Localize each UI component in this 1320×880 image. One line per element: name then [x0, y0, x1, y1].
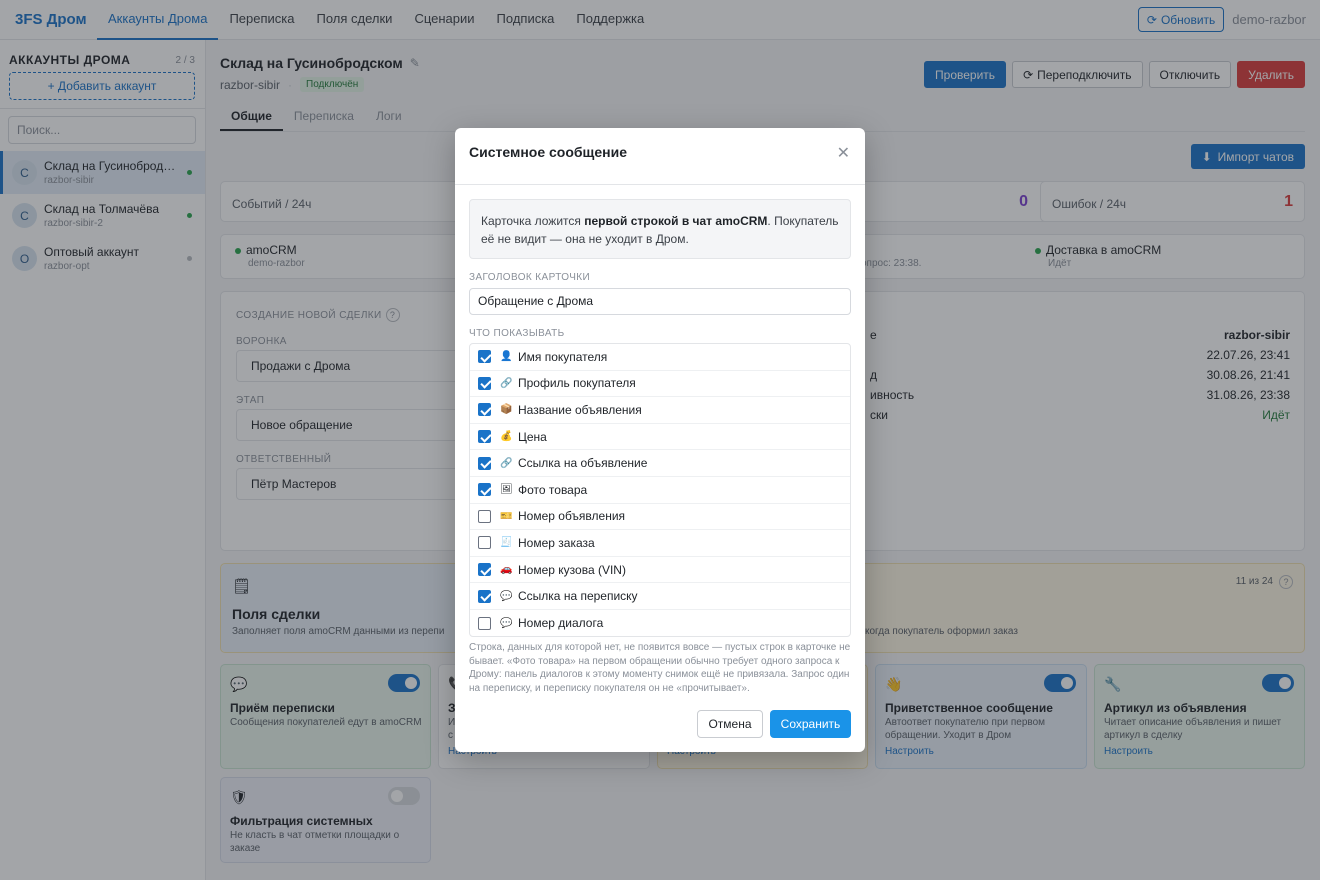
link-icon: 🔗 — [500, 377, 513, 389]
user-icon: 👤 — [500, 351, 513, 363]
ticket-icon: 🎫 — [500, 510, 513, 522]
checklist-item[interactable]: 🎫 Номер объявления — [470, 504, 850, 531]
checklist-item[interactable]: 🚗 Номер кузова (VIN) — [470, 557, 850, 584]
hint-text: Строка, данных для которой нет, не появи… — [469, 642, 851, 694]
info-text: Карточка ложится — [481, 214, 585, 228]
receipt-icon: 🧾 — [500, 537, 513, 549]
checklist-item[interactable]: 🧾 Номер заказа — [470, 530, 850, 557]
checklist-label: Номер объявления — [518, 509, 626, 524]
picture-icon: 🖼 — [500, 484, 513, 496]
checklist-item[interactable]: 💰 Цена — [470, 424, 850, 451]
card-header-input[interactable]: Обращение с Дрома — [469, 288, 851, 315]
speech-bubble-icon: 💬 — [500, 617, 513, 629]
checkbox[interactable] — [478, 403, 491, 417]
checkbox[interactable] — [478, 430, 491, 444]
fields-checklist: 👤 Имя покупателя 🔗 Профиль покупателя 📦 Наз… — [469, 343, 851, 637]
checkbox[interactable] — [478, 376, 491, 390]
checklist-label: Название объявления — [518, 402, 642, 417]
money-bag-icon: 💰 — [500, 431, 513, 443]
cancel-button[interactable]: Отмена — [697, 710, 763, 738]
checkbox[interactable] — [478, 616, 491, 630]
car-icon: 🚗 — [500, 564, 513, 576]
info-bold: первой строкой в чат amoCRM — [584, 214, 768, 228]
card-header-label: ЗАГОЛОВОК КАРТОЧКИ — [469, 272, 591, 283]
save-button[interactable]: Сохранить — [770, 710, 851, 738]
checkbox[interactable] — [478, 536, 491, 550]
checklist-label: Номер кузова (VIN) — [518, 562, 626, 577]
checkbox[interactable] — [478, 456, 491, 470]
checklist-item[interactable]: 💬 Ссылка на переписку — [470, 583, 850, 610]
checklist-item[interactable]: 👤 Имя покупателя — [470, 344, 850, 371]
checklist-item[interactable]: 📦 Название объявления — [470, 397, 850, 424]
checklist-label: Номер диалога — [518, 616, 604, 631]
package-icon: 📦 — [500, 404, 513, 416]
checklist-label: Профиль покупателя — [518, 376, 636, 391]
checklist-label: Ссылка на объявление — [518, 456, 648, 471]
checkbox[interactable] — [478, 563, 491, 577]
checkbox[interactable] — [478, 509, 491, 523]
checkbox[interactable] — [478, 589, 491, 603]
system-message-modal: Системное сообщение ✕ Карточка ложится п… — [455, 128, 865, 752]
checklist-item[interactable]: 💬 Номер диалога — [470, 610, 850, 636]
close-icon[interactable]: ✕ — [837, 146, 850, 162]
speech-bubble-icon: 💬 — [500, 590, 513, 602]
checklist-label: Ссылка на переписку — [518, 589, 638, 604]
checklist-label: Имя покупателя — [518, 349, 608, 364]
checkbox[interactable] — [478, 483, 491, 497]
show-label: ЧТО ПОКАЗЫВАТЬ — [469, 328, 565, 339]
modal-title: Системное сообщение — [469, 144, 627, 160]
link-icon: 🔗 — [500, 457, 513, 469]
checkbox[interactable] — [478, 350, 491, 364]
checklist-item[interactable]: 🔗 Профиль покупателя — [470, 371, 850, 398]
checklist-item[interactable]: 🔗 Ссылка на объявление — [470, 450, 850, 477]
checklist-label: Номер заказа — [518, 535, 595, 550]
checklist-label: Фото товара — [518, 482, 588, 497]
info-box: Карточка ложится первой строкой в чат am… — [469, 199, 851, 259]
checklist-label: Цена — [518, 429, 547, 444]
checklist-item[interactable]: 🖼 Фото товара — [470, 477, 850, 504]
